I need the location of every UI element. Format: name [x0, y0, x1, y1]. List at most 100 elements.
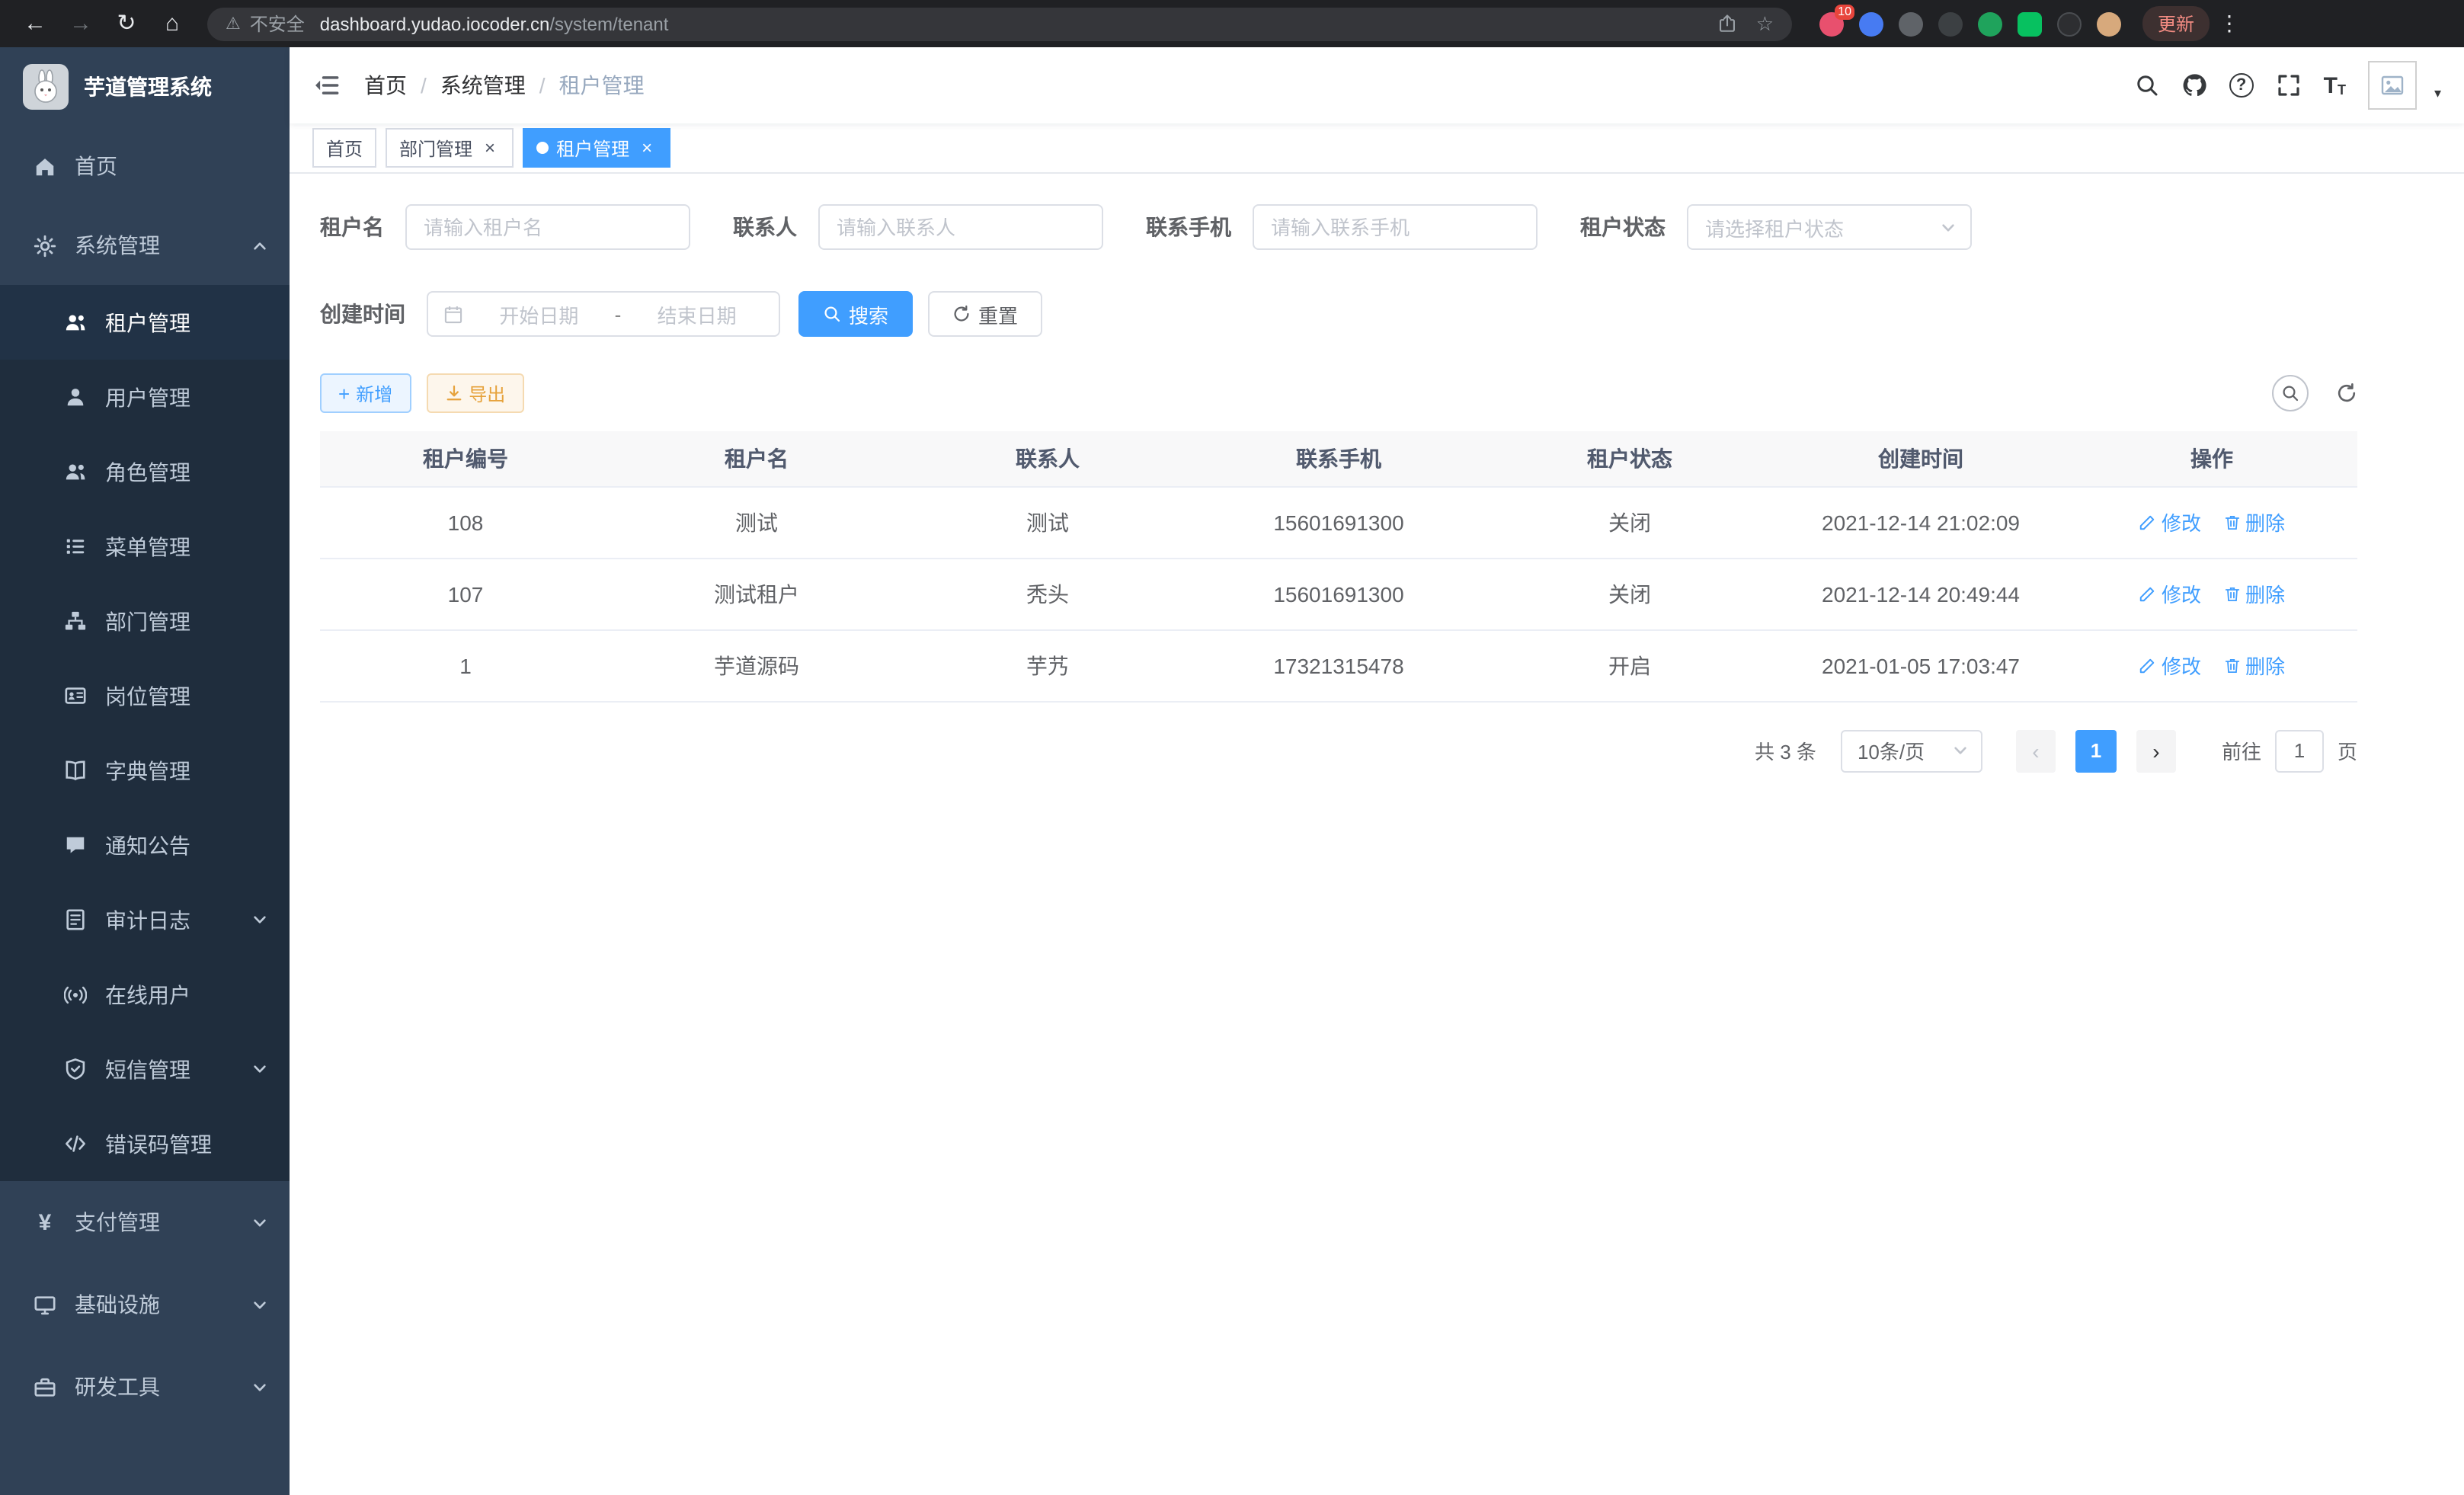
signal-icon [64, 983, 87, 1006]
extension-icon-2[interactable] [1859, 11, 1883, 36]
header-search-icon[interactable] [2135, 73, 2159, 98]
help-icon[interactable]: ? [2229, 73, 2254, 98]
browser-reload-icon[interactable]: ↻ [107, 0, 146, 47]
page-size-select[interactable]: 10条/页 [1841, 729, 1982, 772]
date-range-picker[interactable]: 开始日期 - 结束日期 [427, 291, 780, 337]
current-page-button[interactable]: 1 [2075, 729, 2117, 772]
prev-page-button[interactable]: ‹ [2016, 729, 2056, 772]
sidebar-item-sms[interactable]: 短信管理 [0, 1032, 290, 1106]
sidebar-item-tenant[interactable]: 租户管理 [0, 285, 290, 360]
edit-link[interactable]: 修改 [2139, 507, 2201, 536]
col-contact: 联系人 [902, 431, 1193, 486]
extension-icon-3[interactable] [1899, 11, 1923, 36]
avatar[interactable] [2369, 61, 2418, 110]
browser-menu-icon[interactable]: ⋮ [2216, 11, 2243, 37]
edit-link[interactable]: 修改 [2139, 651, 2201, 680]
status-select[interactable]: 请选择租户状态 [1687, 204, 1972, 250]
tab-close-icon[interactable]: × [637, 138, 657, 158]
sidebar-item-home[interactable]: 首页 [0, 126, 290, 206]
trash-icon [2222, 656, 2241, 674]
sidebar-item-notice[interactable]: 通知公告 [0, 808, 290, 882]
extension-icon-8[interactable] [2097, 11, 2121, 36]
tab-close-icon[interactable]: × [480, 138, 500, 158]
sidebar-item-dept[interactable]: 部门管理 [0, 584, 290, 658]
gear-icon [34, 234, 56, 257]
phone-input[interactable] [1253, 204, 1538, 250]
page-url[interactable]: dashboard.yudao.iocoder.cn/system/tenant [320, 13, 669, 34]
sidebar-item-dict[interactable]: 字典管理 [0, 733, 290, 808]
delete-link[interactable]: 删除 [2222, 579, 2285, 608]
delete-link[interactable]: 删除 [2222, 651, 2285, 680]
breadcrumb: 首页 / 系统管理 / 租户管理 [364, 70, 645, 101]
calendar-icon [443, 304, 463, 324]
next-page-button[interactable]: › [2136, 729, 2176, 772]
tenant-name-input[interactable] [405, 204, 690, 250]
security-label[interactable]: 不安全 [250, 11, 305, 37]
tab-tenant[interactable]: 租户管理 × [523, 128, 670, 168]
end-date-placeholder: 结束日期 [630, 299, 763, 328]
col-created: 创建时间 [1775, 431, 2066, 486]
avatar-caret-icon[interactable]: ▾ [2434, 85, 2441, 110]
reset-button[interactable]: 重置 [928, 291, 1042, 337]
table-toolbar: + 新增 导出 [320, 373, 2357, 413]
chevron-down-icon [251, 911, 268, 928]
sidebar-item-audit-log[interactable]: 审计日志 [0, 882, 290, 957]
github-icon[interactable] [2182, 73, 2206, 98]
tab-dept[interactable]: 部门管理 × [386, 128, 514, 168]
sidebar-item-error-code[interactable]: 错误码管理 [0, 1106, 290, 1181]
sidebar-item-role[interactable]: 角色管理 [0, 434, 290, 509]
sidebar-item-menu[interactable]: 菜单管理 [0, 509, 290, 584]
browser-toolbar: ← → ↻ ⌂ ⚠ 不安全 dashboard.yudao.iocoder.cn… [0, 0, 2464, 47]
browser-update-button[interactable]: 更新 [2142, 6, 2210, 41]
list-icon [64, 535, 87, 558]
chevron-down-icon [251, 1296, 268, 1313]
tab-home[interactable]: 首页 [312, 128, 376, 168]
chevron-down-icon [1952, 742, 1969, 759]
toggle-search-button[interactable] [2272, 375, 2309, 411]
sidebar-item-user[interactable]: 用户管理 [0, 360, 290, 434]
browser-forward-icon[interactable]: → [61, 0, 101, 47]
table-header-row: 租户编号 租户名 联系人 联系手机 租户状态 创建时间 操作 [320, 431, 2357, 486]
goto-page-input[interactable] [2275, 729, 2324, 772]
bookmark-star-icon[interactable]: ☆ [1756, 11, 1774, 36]
breadcrumb-home[interactable]: 首页 [364, 70, 407, 101]
sidebar-toggle-icon[interactable] [312, 72, 340, 99]
extension-icon-5[interactable] [1978, 11, 2002, 36]
col-phone: 联系手机 [1193, 431, 1484, 486]
sidebar-menu: 首页 系统管理 租户管理 用户管理 角色管理 [0, 126, 290, 1428]
fullscreen-icon[interactable] [2277, 73, 2301, 98]
contact-input[interactable] [818, 204, 1103, 250]
sidebar-item-devtools[interactable]: 研发工具 [0, 1346, 290, 1428]
browser-home-icon[interactable]: ⌂ [152, 0, 192, 47]
search-button[interactable]: 搜索 [798, 291, 913, 337]
delete-link[interactable]: 删除 [2222, 507, 2285, 536]
share-icon[interactable] [1718, 14, 1738, 34]
extension-icon-4[interactable] [1938, 11, 1963, 36]
address-bar[interactable]: ⚠ 不安全 dashboard.yudao.iocoder.cn/system/… [207, 7, 1792, 40]
monitor-icon [34, 1293, 56, 1316]
app-logo[interactable]: 芋道管理系统 [0, 47, 290, 126]
filter-row-2: 创建时间 开始日期 - 结束日期 搜索 重置 [320, 291, 2357, 337]
sidebar-item-infra[interactable]: 基础设施 [0, 1263, 290, 1346]
refresh-icon [952, 305, 971, 323]
font-size-icon[interactable]: TT [2324, 74, 2346, 97]
export-button[interactable]: 导出 [426, 373, 523, 413]
sidebar-item-system[interactable]: 系统管理 [0, 206, 290, 285]
search-icon [2281, 384, 2299, 402]
edit-link[interactable]: 修改 [2139, 579, 2201, 608]
refresh-table-icon[interactable] [2336, 383, 2357, 404]
contact-label: 联系人 [733, 212, 797, 242]
extension-icon-7[interactable] [2057, 11, 2082, 36]
screen: ← → ↻ ⌂ ⚠ 不安全 dashboard.yudao.iocoder.cn… [0, 0, 2464, 1495]
browser-back-icon[interactable]: ← [15, 0, 55, 47]
shield-icon [64, 1058, 87, 1080]
sidebar-item-payment[interactable]: ¥ 支付管理 [0, 1181, 290, 1263]
extension-icon-1[interactable]: 10 [1819, 11, 1844, 36]
users-icon [64, 311, 87, 334]
chevron-down-icon [251, 1061, 268, 1077]
sidebar-item-post[interactable]: 岗位管理 [0, 658, 290, 733]
add-button[interactable]: + 新增 [320, 373, 411, 413]
extension-icon-6[interactable] [2018, 11, 2042, 36]
logo-image [23, 64, 69, 110]
sidebar-item-online-user[interactable]: 在线用户 [0, 957, 290, 1032]
